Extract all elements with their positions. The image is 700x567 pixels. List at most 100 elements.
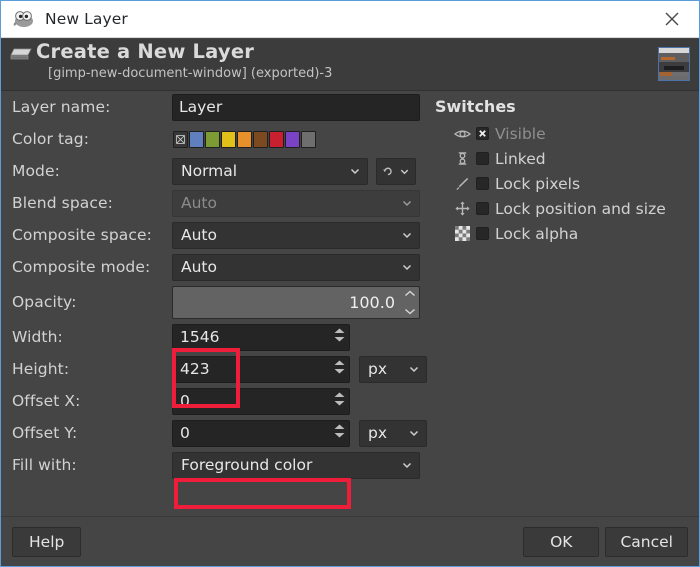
- size-unit-value: px: [368, 360, 388, 378]
- no-tag-icon: [176, 134, 185, 144]
- switches-panel: Switches Visible Linked Lock pixels Lock…: [435, 97, 695, 246]
- color-tag-violet[interactable]: [285, 130, 300, 148]
- opacity-label: Opacity:: [12, 293, 77, 311]
- stepper-down-icon: [405, 308, 415, 314]
- composite-mode-row: Composite mode: Auto: [1, 252, 431, 282]
- width-value: 1546: [180, 328, 220, 346]
- color-tag-gray[interactable]: [301, 130, 316, 148]
- color-tag-green[interactable]: [205, 130, 220, 148]
- width-row: Width: 1546: [1, 322, 431, 352]
- opacity-value: 100.0: [349, 292, 395, 312]
- width-input[interactable]: 1546: [172, 323, 350, 351]
- blend-space-value: Auto: [181, 194, 217, 212]
- height-input[interactable]: 423: [172, 355, 350, 383]
- height-label: Height:: [12, 360, 70, 378]
- color-tag-row: Color tag:: [1, 124, 431, 154]
- offset-x-value: 0: [180, 392, 190, 410]
- height-stepper[interactable]: [334, 360, 345, 374]
- layer-name-label: Layer name:: [12, 98, 111, 116]
- composite-space-label: Composite space:: [12, 226, 152, 244]
- offset-y-input[interactable]: 0: [172, 419, 350, 447]
- close-icon[interactable]: [661, 8, 683, 30]
- layer-stack-icon: [10, 47, 32, 62]
- offset-x-label: Offset X:: [12, 392, 81, 410]
- size-unit-select[interactable]: px: [359, 355, 427, 383]
- stepper-up-icon: [334, 328, 345, 333]
- paintbrush-icon: [452, 176, 472, 191]
- visible-checkbox[interactable]: [476, 127, 489, 140]
- color-tag-swatches: [172, 130, 316, 148]
- stepper-down-icon: [334, 400, 345, 405]
- fill-with-label: Fill with:: [12, 456, 77, 474]
- switches-title: Switches: [435, 97, 516, 116]
- eye-icon: [452, 128, 472, 140]
- offset-unit-value: px: [368, 424, 388, 442]
- chevron-down-icon: [401, 459, 413, 471]
- opacity-row: Opacity: 100.0: [1, 284, 431, 320]
- color-tag-brown[interactable]: [253, 130, 268, 148]
- offset-x-stepper[interactable]: [334, 392, 345, 406]
- lock-pixels-label: Lock pixels: [495, 174, 581, 193]
- color-tag-red[interactable]: [269, 130, 284, 148]
- height-value: 423: [180, 360, 210, 378]
- move-arrows-icon: [452, 201, 472, 216]
- check-x-icon: [479, 130, 486, 137]
- chevron-down-icon: [408, 427, 420, 439]
- help-button[interactable]: Help: [12, 526, 82, 557]
- window-title: New Layer: [45, 10, 128, 28]
- switch-visible[interactable]: Visible: [435, 121, 695, 146]
- linked-checkbox[interactable]: [476, 152, 489, 165]
- offset-unit-select[interactable]: px: [359, 419, 427, 447]
- mode-select[interactable]: Normal: [172, 157, 368, 185]
- color-tag-none[interactable]: [173, 130, 188, 148]
- mode-label: Mode:: [12, 162, 60, 180]
- dialog-subheading: [gimp-new-document-window] (exported)-3: [48, 66, 333, 81]
- color-tag-label: Color tag:: [12, 130, 90, 148]
- stepper-up-icon: [334, 424, 345, 429]
- gimp-wilber-icon: [13, 10, 35, 28]
- fill-with-select[interactable]: Foreground color: [172, 451, 420, 479]
- lock-position-size-checkbox[interactable]: [476, 202, 489, 215]
- chevron-down-icon: [401, 197, 413, 209]
- cancel-button[interactable]: Cancel: [605, 526, 688, 557]
- color-tag-blue[interactable]: [189, 130, 204, 148]
- lock-alpha-checkbox[interactable]: [476, 227, 489, 240]
- layer-options-form: Layer name: Layer Color tag: Mode: Norma…: [1, 92, 431, 482]
- offset-y-stepper[interactable]: [334, 424, 345, 438]
- chevron-down-icon: [408, 363, 420, 375]
- width-label: Width:: [12, 328, 63, 346]
- composite-space-select[interactable]: Auto: [172, 221, 420, 249]
- dialog-heading: Create a New Layer: [36, 40, 255, 63]
- visible-label: Visible: [495, 124, 546, 143]
- opacity-slider[interactable]: 100.0: [172, 285, 420, 319]
- composite-mode-select[interactable]: Auto: [172, 253, 420, 281]
- color-tag-yellow[interactable]: [221, 130, 236, 148]
- mode-extra-button[interactable]: [376, 157, 416, 185]
- switch-linked[interactable]: Linked: [435, 146, 695, 171]
- composite-space-row: Composite space: Auto: [1, 220, 431, 250]
- stepper-down-icon: [334, 432, 345, 437]
- ok-button[interactable]: OK: [523, 526, 600, 557]
- fill-with-highlight: [174, 478, 351, 509]
- switch-lock-pixels[interactable]: Lock pixels: [435, 171, 695, 196]
- mode-value: Normal: [181, 162, 238, 180]
- width-stepper[interactable]: [334, 328, 345, 342]
- layer-name-input[interactable]: Layer: [172, 93, 420, 121]
- linked-label: Linked: [495, 149, 546, 168]
- composite-mode-value: Auto: [181, 258, 217, 276]
- stepper-up-icon: [405, 290, 415, 296]
- opacity-stepper[interactable]: [404, 290, 416, 315]
- color-tag-orange[interactable]: [237, 130, 252, 148]
- lock-position-size-label: Lock position and size: [495, 199, 666, 218]
- switch-lock-position-size[interactable]: Lock position and size: [435, 196, 695, 221]
- blend-space-row: Blend space: Auto: [1, 188, 431, 218]
- height-row: Height: 423 px: [1, 354, 431, 384]
- switch-lock-alpha[interactable]: Lock alpha: [435, 221, 695, 246]
- new-layer-dialog-window: New Layer Create a New Layer [gimp-new-d…: [0, 0, 700, 567]
- stepper-down-icon: [334, 336, 345, 341]
- composite-space-value: Auto: [181, 226, 217, 244]
- fill-with-value: Foreground color: [181, 456, 313, 474]
- lock-pixels-checkbox[interactable]: [476, 177, 489, 190]
- offset-x-input[interactable]: 0: [172, 387, 350, 415]
- blend-space-select: Auto: [172, 189, 420, 217]
